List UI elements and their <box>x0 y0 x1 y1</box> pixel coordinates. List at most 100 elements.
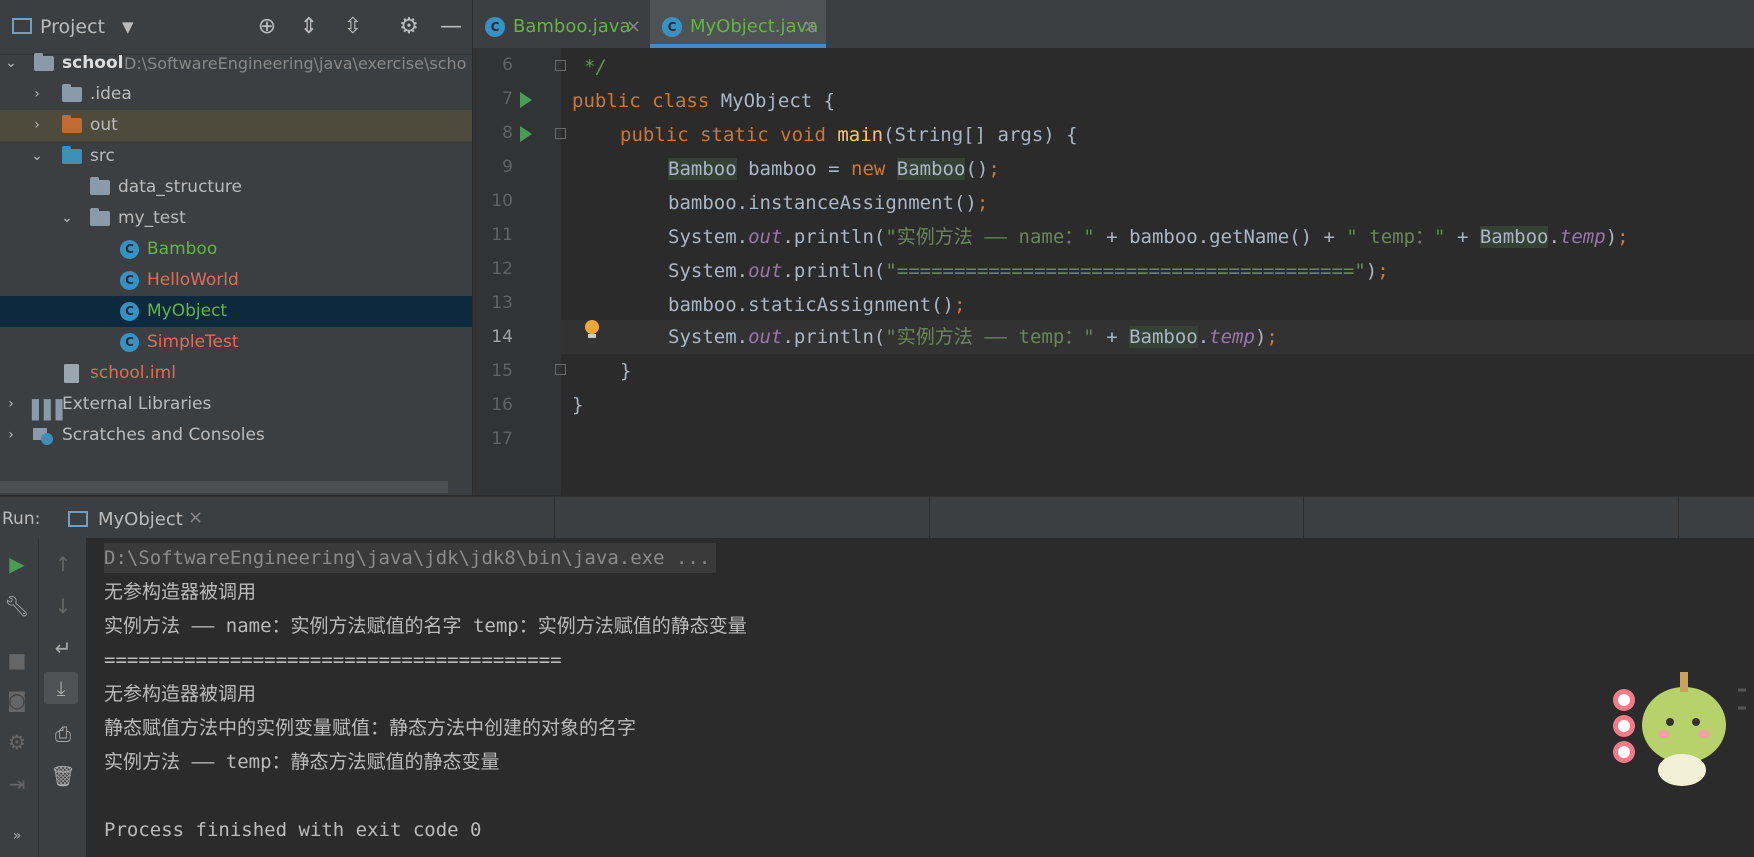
locate-icon[interactable]: ⊕ <box>254 14 280 40</box>
line-number: 9 <box>502 157 513 177</box>
trash-icon[interactable]: 🗑︎ <box>48 764 78 788</box>
tree-item-idea[interactable]: › .idea <box>0 79 472 110</box>
token: ; <box>953 294 966 316</box>
settings-icon[interactable]: ⚙ <box>2 730 32 754</box>
runnable-class-icon: C <box>120 271 139 290</box>
collapse-all-icon[interactable]: ⇳ <box>340 14 366 40</box>
close-icon[interactable]: × <box>803 0 818 54</box>
token: } <box>572 394 584 416</box>
up-arrow-icon[interactable]: ↑ <box>48 552 78 576</box>
login-icon[interactable]: ⇥ <box>2 772 32 796</box>
camera-icon[interactable]: ◙ <box>2 688 32 712</box>
token: System. <box>668 226 749 248</box>
token: temp <box>1209 326 1255 348</box>
code-line-11: System.out.println("实例方法 —— name：" + bam… <box>668 220 1629 254</box>
tree-item-helloworld[interactable]: C HelloWorld <box>0 265 472 296</box>
close-icon[interactable]: × <box>626 0 641 54</box>
gear-icon[interactable]: ⚙ <box>396 14 422 40</box>
tab-label: MyObject.java <box>690 16 819 37</box>
token: main <box>837 124 884 146</box>
run-class-icon[interactable] <box>520 92 532 108</box>
chevron-down-icon[interactable]: ⌄ <box>4 48 18 79</box>
wrench-icon[interactable]: 🔧︎ <box>2 594 32 618</box>
token: Bamboo <box>896 158 966 180</box>
token: System. <box>668 260 749 282</box>
token: temp <box>1559 226 1606 248</box>
horizontal-scrollbar[interactable] <box>0 481 448 493</box>
code-line-6: */ <box>584 50 607 84</box>
token: + <box>1094 326 1130 348</box>
stop-icon[interactable]: ■ <box>2 648 32 672</box>
tree-item-out[interactable]: › out <box>0 110 472 141</box>
token: ) <box>1365 260 1378 282</box>
code-line-7: public class MyObject { <box>572 84 835 118</box>
token: ) <box>1605 226 1618 248</box>
tree-item-school-iml[interactable]: school.iml <box>0 358 472 389</box>
fold-marker-icon[interactable] <box>555 364 566 375</box>
token: new <box>851 158 897 180</box>
chevron-down-icon[interactable]: ⌄ <box>30 141 44 172</box>
line-number: 7 <box>502 89 513 109</box>
chevron-right-icon[interactable]: › <box>4 420 18 451</box>
console-line: 实例方法 —— temp：静态方法赋值的静态变量 <box>104 751 500 773</box>
down-arrow-icon[interactable]: ↓ <box>48 594 78 618</box>
fold-marker-icon[interactable] <box>555 60 566 71</box>
package-icon <box>90 177 110 195</box>
folder-icon <box>62 84 82 102</box>
tree-item-myobject[interactable]: C MyObject <box>0 296 472 327</box>
close-icon[interactable]: × <box>188 507 203 528</box>
chevron-right-icon[interactable]: › <box>30 79 44 110</box>
console-line: ======================================== <box>104 649 562 671</box>
tree-item-bamboo[interactable]: C Bamboo <box>0 234 472 265</box>
tree-item-label: Bamboo <box>147 239 218 259</box>
tab-label: Bamboo.java <box>513 16 631 37</box>
run-tab-myobject[interactable]: MyObject × <box>58 497 208 539</box>
tree-item-src[interactable]: ⌄ src <box>0 141 472 172</box>
tree-item-label: .idea <box>90 84 132 104</box>
chevron-down-icon[interactable]: ▼ <box>122 18 134 36</box>
token: ; <box>988 158 1000 180</box>
rerun-icon[interactable]: ▶ <box>2 552 32 576</box>
token: " temp：" <box>1346 226 1446 248</box>
tree-item-scratches[interactable]: › Scratches and Consoles <box>0 420 472 451</box>
token: ; <box>1617 226 1629 248</box>
minimize-icon[interactable]: — <box>438 14 464 40</box>
tree-item-label: MyObject <box>147 301 228 321</box>
tree-item-label: SimpleTest <box>147 332 239 352</box>
tree-item-label: src <box>90 146 115 166</box>
chevron-right-icon[interactable]: › <box>30 110 44 141</box>
soft-wrap-icon[interactable]: ↵ <box>48 636 78 660</box>
expand-all-icon[interactable]: ⇕ <box>296 14 322 40</box>
tree-item-external-libraries[interactable]: › ▌▌▌ External Libraries <box>0 389 472 421</box>
tree-item-label: out <box>90 115 118 135</box>
run-main-icon[interactable] <box>520 126 532 142</box>
print-icon[interactable]: ⎙ <box>48 722 78 746</box>
excluded-folder-icon <box>62 115 82 133</box>
runnable-class-icon: C <box>120 333 139 352</box>
chevron-down-icon[interactable]: ⌄ <box>60 203 74 234</box>
tree-item-simpletest[interactable]: C SimpleTest <box>0 327 472 358</box>
module-folder-icon <box>34 53 54 71</box>
fold-marker-icon[interactable] <box>555 128 566 139</box>
tab-bamboo-java[interactable]: C Bamboo.java × <box>473 0 649 48</box>
run-label: Run: <box>2 509 41 529</box>
token: .println( <box>782 226 886 248</box>
tree-item-label: school.iml <box>90 363 176 383</box>
chevron-right-icon[interactable]: › <box>4 389 18 420</box>
tree-item-school[interactable]: ⌄ school D:\SoftwareEngineering\java\exe… <box>0 48 472 79</box>
scroll-to-end-icon[interactable]: ⤓ <box>44 672 78 704</box>
tree-item-label: Scratches and Consoles <box>62 425 265 445</box>
more-icon[interactable]: » <box>2 828 32 844</box>
tab-myobject-java[interactable]: C MyObject.java × <box>650 0 826 48</box>
console-output[interactable] <box>86 538 1754 857</box>
tree-item-data-structure[interactable]: data_structure <box>0 172 472 203</box>
project-panel: Project ▼ ⊕ ⇕ ⇳ ⚙ — ⌄ school D:\Software… <box>0 0 473 495</box>
project-title[interactable]: Project <box>40 16 105 38</box>
tree-item-my-test[interactable]: ⌄ my_test <box>0 203 472 234</box>
line-number: 13 <box>491 293 513 313</box>
project-toolbar: Project ▼ ⊕ ⇕ ⇳ ⚙ — <box>0 0 472 55</box>
token: ; <box>1377 260 1389 282</box>
token: System. <box>668 326 749 348</box>
token: "实例方法 —— temp：" <box>885 326 1095 348</box>
lightbulb-icon[interactable] <box>584 319 600 341</box>
